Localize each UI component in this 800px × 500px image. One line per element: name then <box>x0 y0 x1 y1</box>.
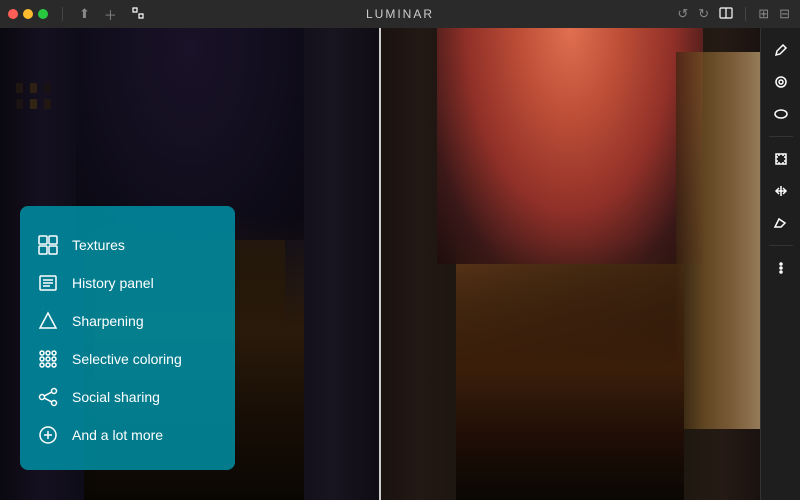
add-icon[interactable]: ＋ <box>102 3 119 26</box>
maximize-button[interactable] <box>38 9 48 19</box>
more-tools-button[interactable] <box>767 254 795 282</box>
sidebar-divider-1 <box>769 136 793 137</box>
app-container: ⬆ ＋ LUMINAR ↺ ↻ ⊞ ⊟ <box>0 0 800 500</box>
app-title: LUMINAR <box>366 7 434 21</box>
toolbar-divider-2 <box>745 7 746 21</box>
selective-coloring-label: Selective coloring <box>72 351 182 367</box>
selective-coloring-icon <box>36 347 60 371</box>
crop-icon[interactable] <box>129 4 147 25</box>
texture-icon <box>36 233 60 257</box>
more-features-icon <box>36 423 60 447</box>
redo-icon[interactable]: ↻ <box>696 4 711 24</box>
feature-selective-coloring[interactable]: Selective coloring <box>36 340 219 378</box>
history-icon <box>36 271 60 295</box>
textures-label: Textures <box>72 237 125 253</box>
feature-more[interactable]: And a lot more <box>36 416 219 454</box>
window-controls <box>8 9 48 19</box>
app-title-area: LUMINAR <box>366 7 434 21</box>
toolbar-divider-1 <box>62 7 63 21</box>
minimize-button[interactable] <box>23 9 33 19</box>
sharpening-icon <box>36 309 60 333</box>
radial-tool-button[interactable] <box>767 100 795 128</box>
brush-tool-button[interactable] <box>767 36 795 64</box>
sharpening-label: Sharpening <box>72 313 144 329</box>
feature-history-panel[interactable]: History panel <box>36 264 219 302</box>
social-sharing-icon <box>36 385 60 409</box>
right-sidebar <box>760 28 800 500</box>
toolbar-left: ⬆ ＋ <box>8 3 147 26</box>
split-line <box>379 28 381 500</box>
feature-sharpening[interactable]: Sharpening <box>36 302 219 340</box>
filter-tool-button[interactable] <box>767 68 795 96</box>
top-toolbar: ⬆ ＋ LUMINAR ↺ ↻ ⊞ ⊟ <box>0 0 800 28</box>
sidebar-divider-2 <box>769 245 793 246</box>
share-icon[interactable]: ⬆ <box>77 4 92 24</box>
feature-panel: Textures History panel Sharpening <box>20 206 235 470</box>
feature-social-sharing[interactable]: Social sharing <box>36 378 219 416</box>
toolbar-right: ↺ ↻ ⊞ ⊟ <box>675 4 792 25</box>
transform-tool-button[interactable] <box>767 177 795 205</box>
panels-icon[interactable]: ⊟ <box>777 4 792 24</box>
history-panel-label: History panel <box>72 275 154 291</box>
feature-textures[interactable]: Textures <box>36 226 219 264</box>
more-features-label: And a lot more <box>72 427 163 443</box>
social-sharing-label: Social sharing <box>72 389 160 405</box>
close-button[interactable] <box>8 9 18 19</box>
fullscreen-icon[interactable]: ⊞ <box>756 4 771 24</box>
resize-tool-button[interactable] <box>767 145 795 173</box>
photo-right-half <box>380 28 760 500</box>
split-view-icon[interactable] <box>717 4 735 25</box>
eraser-tool-button[interactable] <box>767 209 795 237</box>
undo-icon[interactable]: ↺ <box>675 4 690 24</box>
